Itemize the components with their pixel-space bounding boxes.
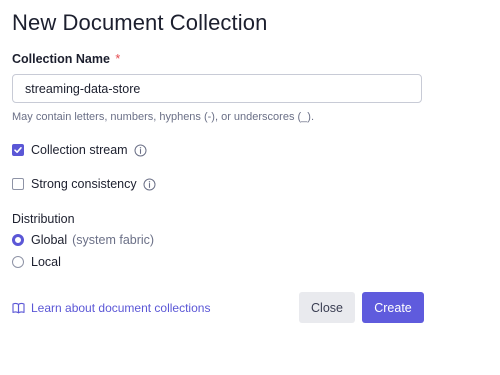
collection-name-input[interactable] — [12, 74, 422, 103]
required-marker: * — [115, 52, 121, 66]
strong-consistency-label: Strong consistency — [31, 177, 137, 191]
collection-name-hint: May contain letters, numbers, hyphens (-… — [12, 111, 315, 123]
collection-stream-label: Collection stream — [31, 143, 128, 157]
local-radio[interactable] — [12, 256, 24, 268]
distribution-option-global[interactable]: Global (system fabric) — [12, 233, 154, 247]
strong-consistency-option[interactable]: Strong consistency — [12, 177, 156, 191]
book-icon — [12, 302, 25, 314]
info-icon[interactable] — [134, 144, 147, 157]
close-button[interactable]: Close — [299, 292, 355, 323]
global-radio[interactable] — [12, 234, 24, 246]
learn-about-collections-link[interactable]: Learn about document collections — [12, 301, 210, 315]
collection-name-label-text: Collection Name — [12, 52, 110, 66]
collection-stream-checkbox[interactable] — [12, 144, 24, 156]
create-button[interactable]: Create — [362, 292, 424, 323]
strong-consistency-checkbox[interactable] — [12, 178, 24, 190]
learn-link-label: Learn about document collections — [31, 301, 211, 315]
checkmark-icon — [14, 147, 22, 153]
distribution-label: Distribution — [12, 212, 75, 226]
info-icon[interactable] — [143, 178, 156, 191]
global-radio-label: Global — [31, 233, 68, 247]
collection-name-label: Collection Name * — [12, 52, 120, 66]
global-radio-note: (system fabric) — [72, 233, 155, 247]
dialog-title: New Document Collection — [12, 10, 268, 35]
local-radio-label: Local — [31, 255, 61, 269]
collection-stream-option[interactable]: Collection stream — [12, 143, 147, 157]
distribution-option-local[interactable]: Local — [12, 255, 61, 269]
